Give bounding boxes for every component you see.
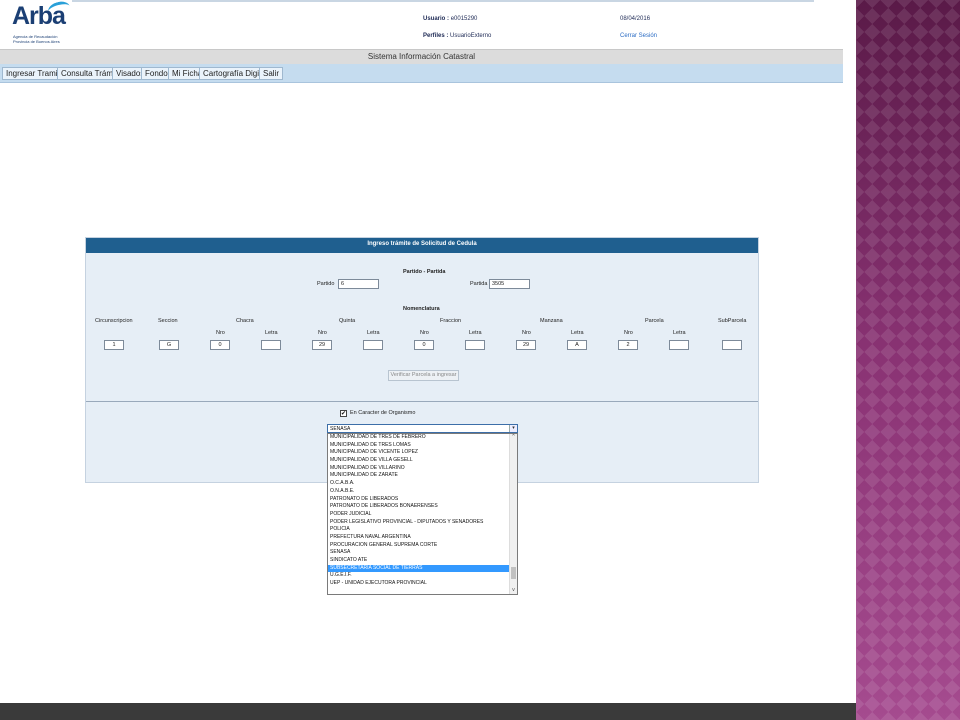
- organismo-checkbox-label: En Caracter de Organismo: [350, 410, 416, 416]
- subparcela-label: SubParcela: [718, 318, 747, 324]
- nav-salir[interactable]: Salir: [259, 67, 284, 80]
- verify-parcela-button[interactable]: Verificar Parcela a ingresar: [388, 370, 459, 381]
- option-item[interactable]: MUNICIPALIDAD DE VILLA GESELL: [328, 457, 511, 465]
- parcela-letra-label: Letra: [673, 330, 686, 336]
- parcela-nro-input[interactable]: 2: [618, 340, 638, 350]
- option-item[interactable]: PATRONATO DE LIBERADOS: [328, 496, 511, 504]
- option-item[interactable]: MUNICIPALIDAD DE VILLARINO: [328, 465, 511, 473]
- partido-label: Partido: [317, 281, 335, 287]
- options-container: MUNICIPALIDAD DE TRES DE FEBRERO MUNICIP…: [328, 434, 511, 588]
- usuario-info: Usuario : e0015290: [423, 16, 477, 22]
- organismo-select[interactable]: SENASA ▾: [327, 424, 518, 433]
- option-item[interactable]: O.C.A.B.A.: [328, 480, 511, 488]
- system-title: Sistema Información Catastral: [367, 52, 476, 61]
- option-item[interactable]: PROCURACION GENERAL SUPREMA CORTE: [328, 542, 511, 550]
- chacra-letra-input[interactable]: [261, 340, 281, 350]
- option-item[interactable]: POLICIA: [328, 526, 511, 534]
- seccion-input[interactable]: G: [159, 340, 179, 350]
- parcela-nro-label: Nro: [624, 330, 633, 336]
- perfiles-label: Perfiles :: [423, 33, 449, 39]
- scroll-down-icon[interactable]: v: [510, 587, 517, 594]
- perfiles-info: Perfiles : UsuarioExterno: [423, 33, 491, 39]
- logo-subtitle: Agencia de Recaudación Provincia de Buen…: [13, 34, 60, 44]
- manzana-letra-label: Letra: [571, 330, 584, 336]
- current-date: 08/04/2016: [620, 16, 651, 22]
- decorative-side-panel: [856, 0, 960, 720]
- chevron-down-icon[interactable]: ▾: [509, 425, 517, 432]
- parcela-label: Parcela: [645, 318, 664, 324]
- subparcela-input[interactable]: [722, 340, 742, 350]
- fraccion-nro-label: Nro: [420, 330, 429, 336]
- option-item[interactable]: MUNICIPALIDAD DE TRES LOMAS: [328, 442, 511, 450]
- option-item[interactable]: UEP - UNIDAD EJECUTORA PROVINCIAL: [328, 580, 511, 588]
- arba-logo: Arba Agencia de Recaudación Provincia de…: [12, 0, 72, 46]
- chacra-nro-label: Nro: [216, 330, 225, 336]
- option-item[interactable]: MUNICIPALIDAD DE ZARATE: [328, 472, 511, 480]
- organismo-checkbox[interactable]: ✔: [340, 410, 347, 417]
- option-item[interactable]: PATRONATO DE LIBERADOS BONAERENSES: [328, 503, 511, 511]
- manzana-label: Manzana: [540, 318, 563, 324]
- form-divider: [86, 401, 758, 402]
- nomenclatura-heading: Nomenclatura: [403, 306, 440, 312]
- logo-subtitle-line-2: Provincia de Buenos Aires: [13, 38, 60, 44]
- usuario-label: Usuario :: [423, 16, 450, 22]
- seccion-label: Seccion: [158, 318, 178, 324]
- quinta-nro-label: Nro: [318, 330, 327, 336]
- partido-input[interactable]: 6: [338, 279, 379, 289]
- option-item[interactable]: O.N.A.B.E.: [328, 488, 511, 496]
- system-title-bar: Sistema Información Catastral: [0, 49, 843, 64]
- perfiles-value: UsuarioExterno: [450, 33, 492, 39]
- fraccion-label: Fraccion: [440, 318, 462, 324]
- options-scrollbar[interactable]: ^ v: [509, 434, 517, 594]
- chacra-label: Chacra: [236, 318, 254, 324]
- logout-link[interactable]: Cerrar Sesión: [620, 33, 657, 39]
- partida-input[interactable]: 3505: [489, 279, 530, 289]
- header-top-line: [72, 0, 814, 2]
- option-item[interactable]: SENASA: [328, 549, 511, 557]
- option-item[interactable]: PODER JUDICIAL: [328, 511, 511, 519]
- fraccion-letra-label: Letra: [469, 330, 482, 336]
- quinta-letra-input[interactable]: [363, 340, 383, 350]
- parcela-letra-input[interactable]: [669, 340, 689, 350]
- bottom-bar: [0, 703, 856, 720]
- manzana-nro-input[interactable]: 29: [516, 340, 536, 350]
- quinta-letra-label: Letra: [367, 330, 380, 336]
- circunscripcion-input[interactable]: 1: [104, 340, 124, 350]
- organismo-select-value: SENASA: [330, 426, 351, 432]
- quinta-label: Quinta: [339, 318, 356, 324]
- option-item[interactable]: PODER LEGISLATIVO PROVINCIAL - DIPUTADOS…: [328, 519, 511, 527]
- partida-label: Partida: [470, 281, 488, 287]
- form-header: Ingreso trámite de Solicitud de Cedula: [86, 238, 758, 253]
- scroll-up-icon[interactable]: ^: [510, 434, 517, 441]
- scrollbar-thumb[interactable]: [511, 567, 516, 579]
- fraccion-letra-input[interactable]: [465, 340, 485, 350]
- chacra-nro-input[interactable]: 0: [210, 340, 230, 350]
- option-item[interactable]: MUNICIPALIDAD DE TRES DE FEBRERO: [328, 434, 511, 442]
- manzana-letra-input[interactable]: A: [567, 340, 587, 350]
- quinta-nro-input[interactable]: 29: [312, 340, 332, 350]
- option-item[interactable]: U.G.E.I.F.: [328, 572, 511, 580]
- manzana-nro-label: Nro: [522, 330, 531, 336]
- check-icon: ✔: [341, 410, 347, 417]
- option-item[interactable]: PREFECTURA NAVAL ARGENTINA: [328, 534, 511, 542]
- main-nav: Ingresar Tramite Consulta Trámite Visado…: [0, 64, 843, 83]
- option-item[interactable]: SINDICATO ATE: [328, 557, 511, 565]
- partido-partida-heading: Partido - Partida: [403, 269, 446, 275]
- form-title: Ingreso trámite de Solicitud de Cedula: [367, 241, 477, 247]
- app-header: Arba Agencia de Recaudación Provincia de…: [0, 0, 843, 48]
- fraccion-nro-input[interactable]: 0: [414, 340, 434, 350]
- option-item[interactable]: MUNICIPALIDAD DE VICENTE LOPEZ: [328, 449, 511, 457]
- circunscripcion-label: Circunscripcion: [95, 318, 133, 324]
- chacra-letra-label: Letra: [265, 330, 278, 336]
- organismo-options-list[interactable]: MUNICIPALIDAD DE TRES DE FEBRERO MUNICIP…: [327, 433, 518, 595]
- option-item-highlighted[interactable]: SUBSECRETARIA SOCIAL DE TIERRAS: [328, 564, 511, 573]
- usuario-value: e0015290: [450, 16, 478, 22]
